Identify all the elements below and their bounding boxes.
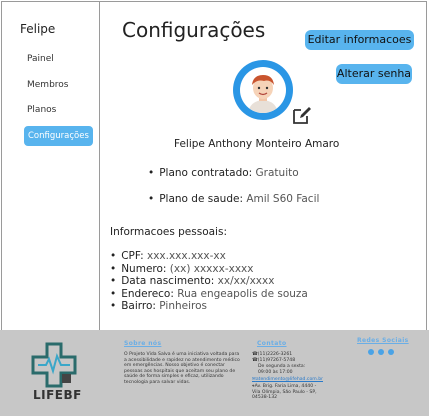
- bullet: •: [148, 167, 155, 179]
- sidebar-item-planos[interactable]: Planos: [27, 105, 56, 115]
- page-title: Configurações: [122, 18, 266, 42]
- health-plan: • Plano de saude: Amil S60 Facil: [148, 193, 319, 205]
- bullet: •: [148, 193, 155, 205]
- plan-contracted-value: Gratuito: [255, 167, 299, 179]
- footer-phone-2: ☎(11)97267-5748: [252, 358, 296, 363]
- footer-hours: De segunda a sexta: 09:00 às 17:00: [258, 364, 306, 375]
- instagram-icon[interactable]: [388, 349, 394, 355]
- footer-address: ⌖Av. Brig. Faria Lima, 4440 - Vila Olímp…: [252, 384, 317, 401]
- footer-social-title: Redes Sociais: [357, 337, 409, 344]
- footer-about-text: O Projeto Vida Salva é uma iniciativa vo…: [124, 352, 240, 385]
- footer-about-title[interactable]: Sobre nós: [124, 340, 161, 347]
- sidebar-user-name: Felipe: [20, 22, 56, 36]
- lifebf-logo-icon: [31, 342, 77, 388]
- list-item: • CPF: xxx.xxx.xxx-xx: [110, 250, 226, 262]
- footer-phone-1: ☎(11)2226-3261: [252, 352, 293, 357]
- sidebar: Felipe Painel Membros Planos Configuraçõ…: [2, 2, 100, 330]
- facebook-icon[interactable]: [368, 349, 374, 355]
- edit-pencil-icon[interactable]: [291, 104, 313, 126]
- person-avatar-icon: [248, 75, 278, 113]
- profile-name: Felipe Anthony Monteiro Amaro: [174, 138, 340, 150]
- list-item: • Numero: (xx) xxxxx-xxxx: [110, 262, 254, 275]
- avatar: [233, 60, 293, 120]
- health-plan-value: Amil S60 Facil: [246, 193, 320, 205]
- linkedin-icon[interactable]: [378, 349, 384, 355]
- footer-email[interactable]: ✉atendimento@lifehad.com.br: [252, 377, 323, 383]
- plan-contracted: • Plano contratado: Gratuito: [148, 167, 299, 179]
- list-item: • Endereco: Rua engeapolis de souza: [110, 287, 308, 300]
- sidebar-item-painel[interactable]: Painel: [27, 54, 54, 64]
- plan-contracted-label: Plano contratado:: [159, 167, 253, 179]
- change-password-button[interactable]: Alterar senha: [336, 64, 412, 84]
- health-plan-label: Plano de saude:: [159, 193, 243, 205]
- list-item: • Data nascimento: xx/xx/xxxx: [110, 275, 275, 288]
- sidebar-item-membros[interactable]: Membros: [27, 80, 68, 90]
- footer-logo-text: LIFEBF: [33, 388, 82, 402]
- app-frame: Felipe Painel Membros Planos Configuraçõ…: [1, 1, 427, 331]
- personal-info-list: • CPF: xxx.xxx.xxx-xx • Numero: (xx) xxxxx…: [110, 250, 308, 313]
- avatar-image: [240, 67, 286, 113]
- edit-info-button[interactable]: Editar informacoes: [305, 30, 414, 50]
- sidebar-item-configuracoes[interactable]: Configurações: [24, 126, 93, 146]
- personal-info-title: Informacoes pessoais:: [110, 226, 227, 238]
- footer-contact-title[interactable]: Contato: [257, 340, 287, 347]
- list-item: • Bairro: Pinheiros: [110, 300, 207, 313]
